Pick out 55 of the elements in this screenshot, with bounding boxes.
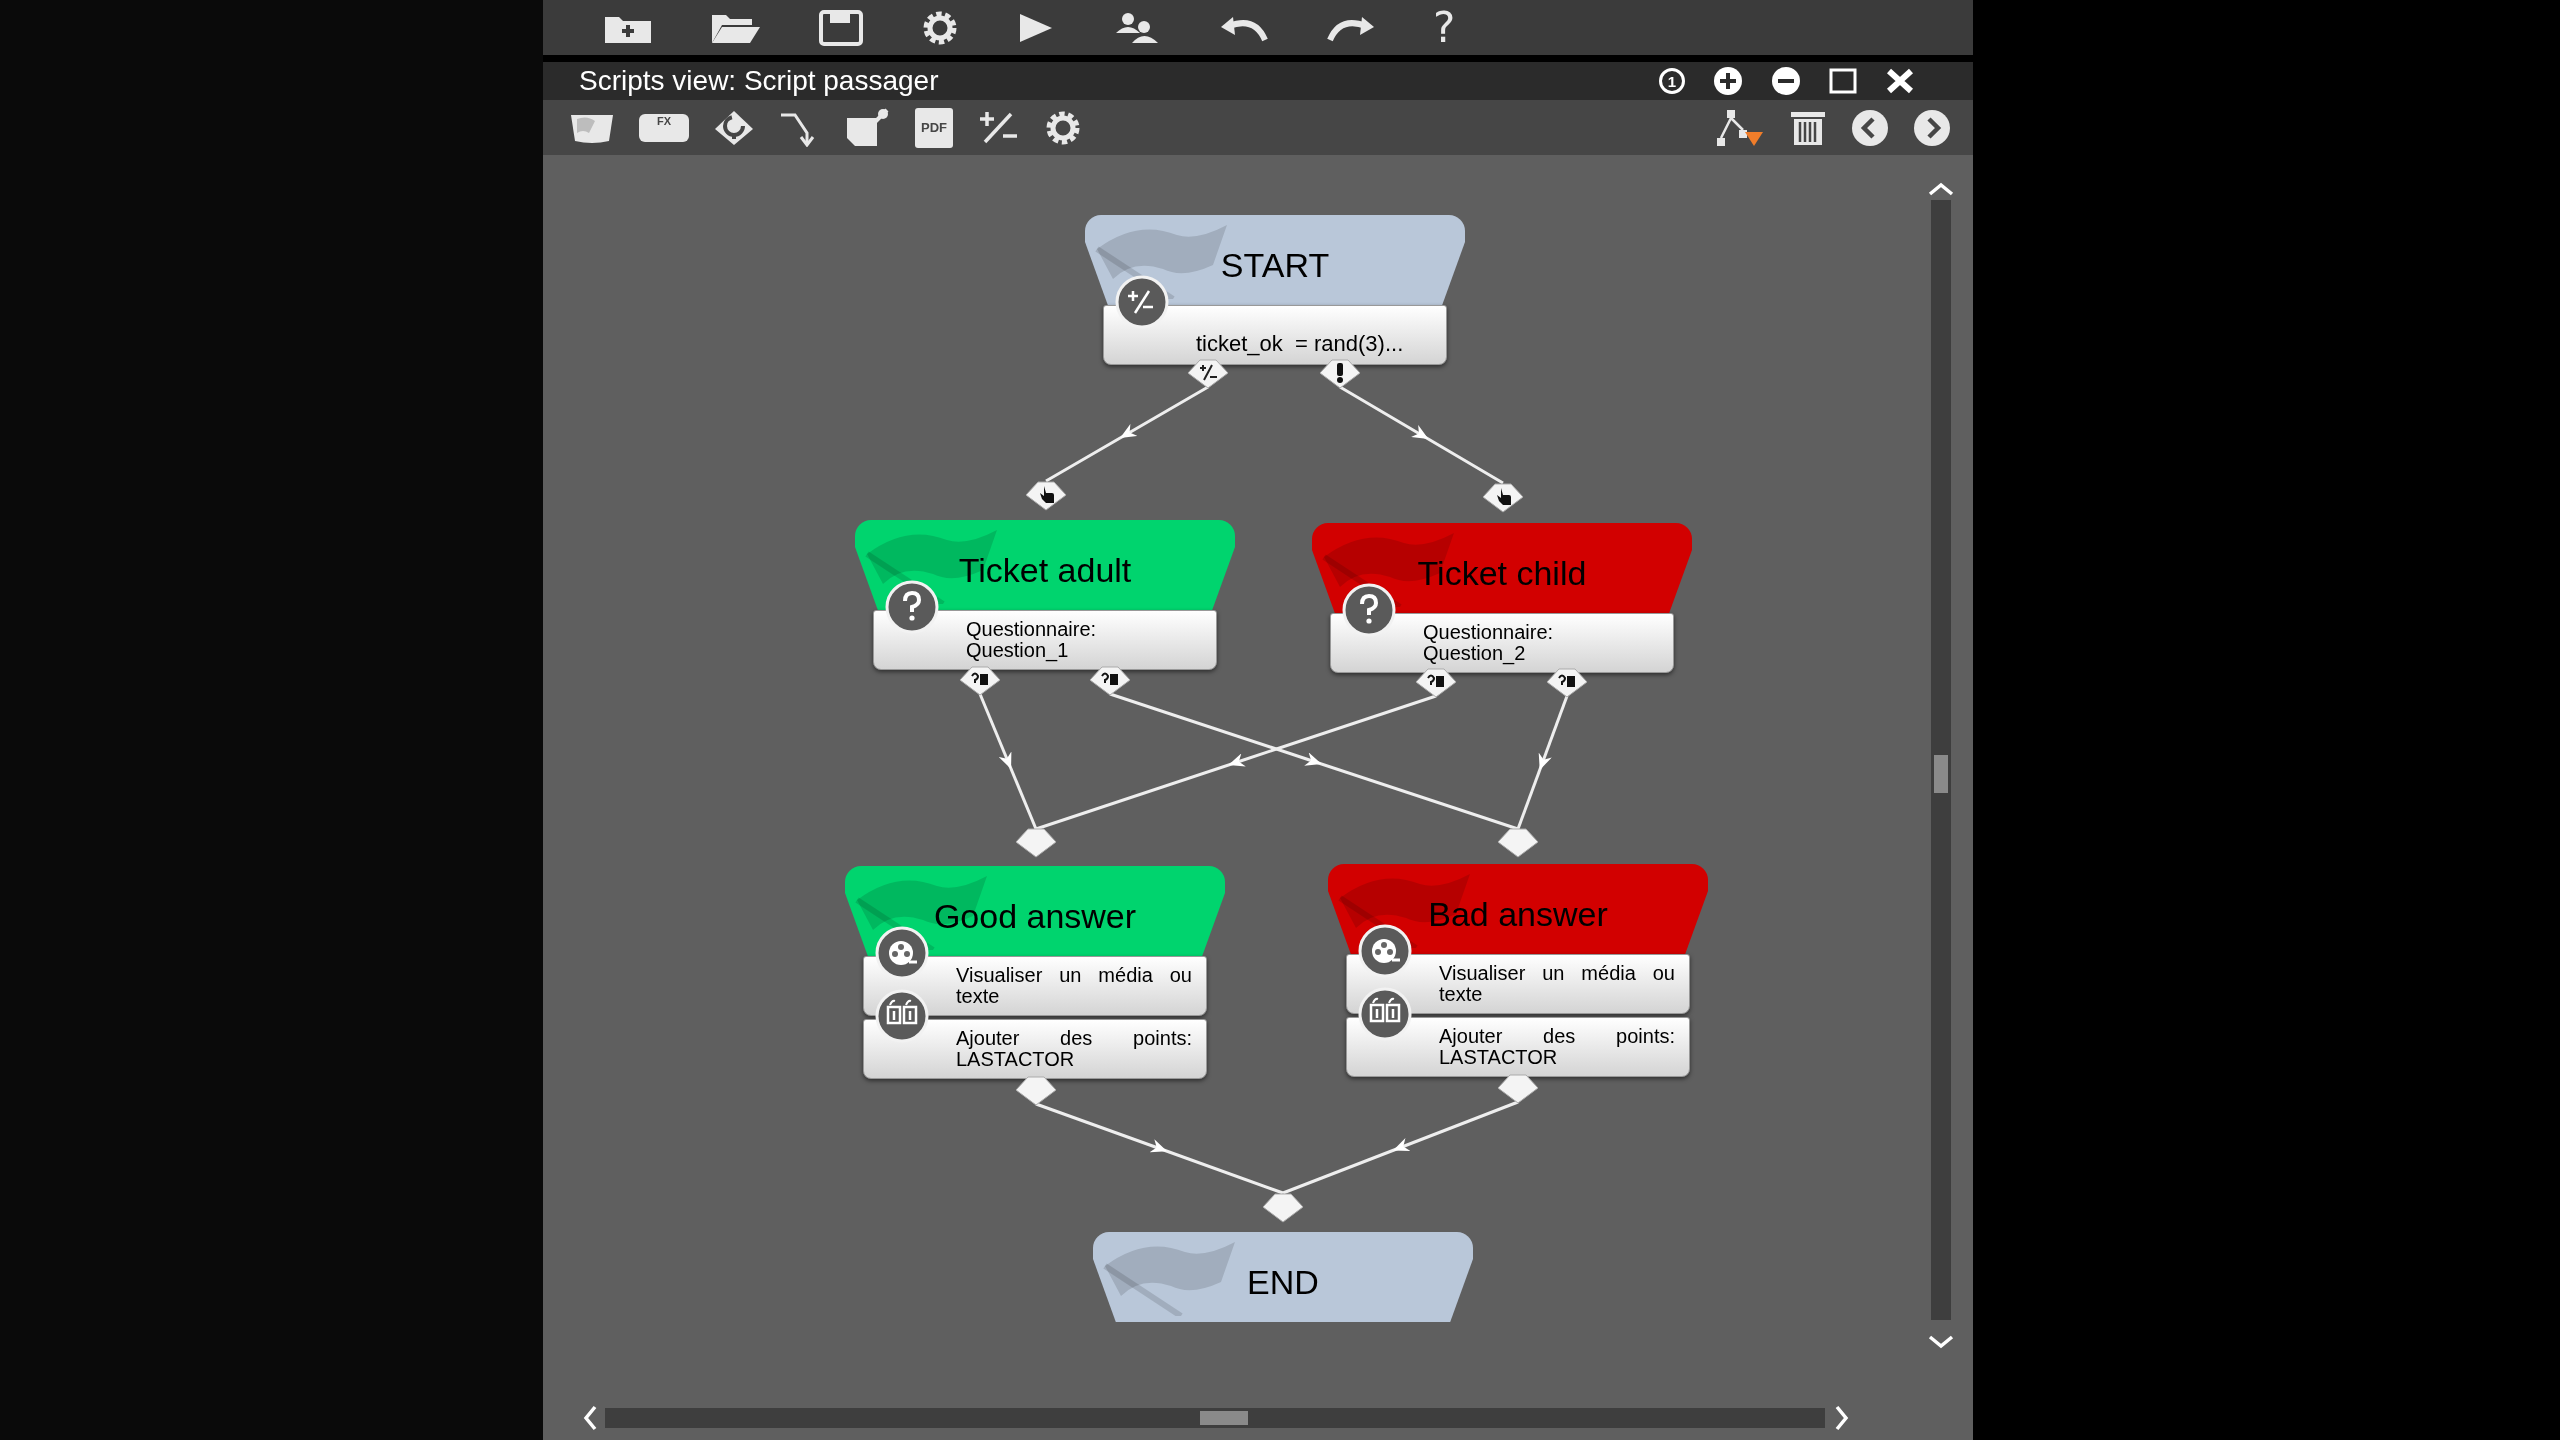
node-title: START <box>1220 244 1330 286</box>
maximize-icon[interactable] <box>1829 68 1857 94</box>
action-text: ticket_ok = rand(3)... <box>1196 329 1404 358</box>
node-title: Bad answer <box>1428 893 1608 935</box>
node-header[interactable]: END <box>1093 1232 1473 1322</box>
help-button[interactable]: ? <box>1433 6 1456 49</box>
pdf-button[interactable]: PDF <box>915 107 953 148</box>
action-text: Ajouter des points: LASTACTOR <box>956 1028 1192 1070</box>
hierarchy-icon[interactable] <box>1715 107 1765 148</box>
node-title: Good answer <box>933 895 1137 937</box>
scrollbar-thumb[interactable] <box>1934 755 1948 793</box>
action-card[interactable]: Questionnaire: Question_1 <box>873 610 1217 670</box>
question-icon <box>1342 583 1396 637</box>
node-header[interactable]: Ticket adult <box>855 520 1235 610</box>
scrollbar-thumb[interactable] <box>1200 1411 1248 1425</box>
previous-icon[interactable] <box>1851 108 1889 147</box>
info-badge-button[interactable]: 1 <box>1659 68 1685 94</box>
score-counter-icon <box>1358 987 1412 1041</box>
action-text: Ajouter des points: LASTACTOR <box>1439 1026 1675 1068</box>
scroll-up-icon[interactable] <box>1928 182 1954 196</box>
node-title: Ticket adult <box>958 549 1132 591</box>
node-header[interactable]: START <box>1085 215 1465 305</box>
film-reel-icon <box>875 926 929 980</box>
question-bubble-icon[interactable] <box>713 108 755 147</box>
action-text: Visualiser un média ou texte <box>956 965 1192 1007</box>
action-text: Questionnaire: Question_1 <box>966 619 1098 661</box>
action-card[interactable]: Ajouter des points: LASTACTOR <box>863 1019 1207 1079</box>
node-title: Ticket child <box>1417 552 1587 594</box>
scroll-right-icon[interactable] <box>1835 1405 1849 1431</box>
fx-button[interactable]: FX <box>639 113 689 142</box>
question-icon <box>885 580 939 634</box>
action-text: Questionnaire: Question_2 <box>1423 622 1555 664</box>
window-title: Scripts view: Script passager <box>579 64 939 98</box>
close-icon[interactable] <box>1885 67 1915 95</box>
zoom-out-icon[interactable] <box>1771 66 1801 96</box>
plus-minus-icon[interactable] <box>977 109 1019 146</box>
node-header[interactable]: Bad answer <box>1328 864 1708 954</box>
action-card[interactable]: Questionnaire: Question_2 <box>1330 613 1674 673</box>
scroll-left-icon[interactable] <box>583 1405 597 1431</box>
node-header[interactable]: Good answer <box>845 866 1225 956</box>
node-title: END <box>1247 1261 1319 1303</box>
next-icon[interactable] <box>1913 108 1951 147</box>
film-reel-icon <box>1358 924 1412 978</box>
action-card[interactable]: ticket_ok = rand(3)... <box>1103 305 1447 365</box>
action-card[interactable]: Visualiser un média ou texte <box>1346 954 1690 1014</box>
pinned-note-icon[interactable] <box>845 107 891 148</box>
score-counter-icon <box>875 989 929 1043</box>
scroll-down-icon[interactable] <box>1928 1335 1954 1349</box>
action-card[interactable]: Ajouter des points: LASTACTOR <box>1346 1017 1690 1077</box>
zoom-in-icon[interactable] <box>1713 66 1743 96</box>
save-icon[interactable] <box>819 9 863 46</box>
node-header[interactable]: Ticket child <box>1312 523 1692 613</box>
action-text: Visualiser un média ou texte <box>1439 963 1675 1005</box>
formula-icon <box>1115 275 1169 329</box>
action-card[interactable]: Visualiser un média ou texte <box>863 956 1207 1016</box>
